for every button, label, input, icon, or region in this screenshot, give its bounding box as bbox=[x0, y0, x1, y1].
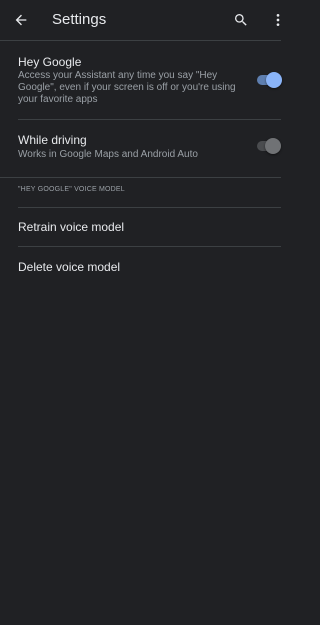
voice-model-section-header: "HEY GOOGLE" VOICE MODEL bbox=[18, 186, 125, 193]
while-driving-subtitle: Works in Google Maps and Android Auto bbox=[18, 149, 198, 160]
hey-google-subtitle: Access your Assistant any time you say "… bbox=[18, 70, 236, 105]
search-button[interactable] bbox=[229, 8, 253, 32]
search-icon bbox=[235, 14, 247, 26]
divider bbox=[18, 246, 281, 247]
while-driving-row[interactable]: While driving Works in Google Maps and A… bbox=[0, 120, 300, 178]
switch-thumb bbox=[265, 138, 281, 154]
hey-google-row[interactable]: Hey Google Access your Assistant any tim… bbox=[0, 41, 300, 119]
arrow-back-icon bbox=[15, 14, 27, 26]
more-vert-icon bbox=[276, 14, 280, 26]
while-driving-title: While driving bbox=[18, 133, 87, 147]
while-driving-switch[interactable] bbox=[256, 137, 282, 155]
retrain-voice-model-label: Retrain voice model bbox=[18, 220, 125, 234]
retrain-voice-model-item[interactable]: Retrain voice model bbox=[0, 208, 300, 246]
back-button[interactable] bbox=[9, 8, 33, 32]
settings-screen: Settings Hey Google Access your Assistan… bbox=[0, 0, 300, 625]
hey-google-title: Hey Google bbox=[18, 55, 82, 69]
switch-thumb bbox=[266, 72, 282, 88]
page-title: Settings bbox=[52, 11, 107, 28]
app-bar: Settings bbox=[0, 0, 300, 40]
divider bbox=[0, 177, 281, 178]
hey-google-switch[interactable] bbox=[256, 71, 282, 89]
delete-voice-model-item[interactable]: Delete voice model bbox=[0, 248, 300, 286]
delete-voice-model-label: Delete voice model bbox=[18, 260, 121, 274]
more-options-button[interactable] bbox=[266, 8, 290, 32]
